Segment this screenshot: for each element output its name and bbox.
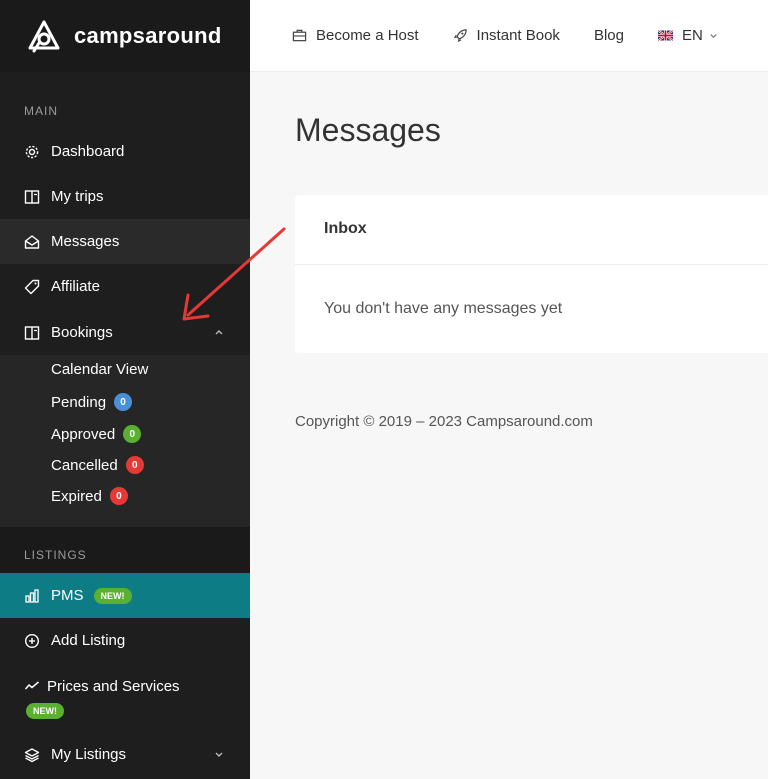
submenu-item-cancelled[interactable]: Cancelled 0 [51, 456, 144, 474]
book-icon [24, 189, 40, 205]
submenu-label: Calendar View [51, 361, 149, 378]
briefcase-icon [292, 29, 307, 42]
sidebar-item-prices-services[interactable]: Prices and Services NEW! [0, 664, 250, 724]
sidebar-item-label: Add Listing [51, 632, 126, 649]
red-arrow-annotation [182, 227, 286, 321]
sidebar-item-label: My trips [51, 188, 104, 205]
submenu-item-expired[interactable]: Expired 0 [51, 487, 128, 505]
book-icon [24, 325, 40, 341]
sidebar-item-label: Prices and Services [47, 678, 180, 695]
gear-icon [24, 144, 40, 160]
submenu-label: Expired [51, 487, 102, 505]
plus-circle-icon [24, 633, 40, 649]
rocket-icon [453, 29, 467, 43]
empty-inbox-message: You don't have any messages yet [324, 300, 563, 317]
sidebar-item-label: Messages [51, 233, 120, 250]
chevron-down-icon [710, 34, 717, 39]
sidebar-item-label: Dashboard [51, 143, 125, 160]
submenu-item-approved[interactable]: Approved 0 [51, 425, 142, 443]
bar-chart-icon [24, 588, 40, 604]
submenu-item-pending[interactable]: Pending 0 [51, 393, 133, 411]
chevron-up-icon[interactable] [214, 327, 224, 337]
sidebar-item-label: Affiliate [51, 278, 100, 295]
count-badge: 0 [109, 487, 128, 505]
new-badge: NEW! [26, 703, 64, 719]
submenu-item-calendar-view[interactable]: Calendar View [51, 361, 148, 378]
sidebar-item-my-trips[interactable]: My trips [0, 174, 250, 219]
language-code: EN [681, 27, 703, 44]
section-label-listings: LISTINGS [0, 527, 250, 573]
sidebar: campsaround MAIN Dashboard My trips Mess… [0, 0, 250, 779]
new-badge: NEW! [93, 587, 132, 604]
uk-flag-icon [657, 29, 673, 42]
trend-line-icon [24, 678, 40, 694]
inbox-card: Inbox You don't have any messages yet [295, 195, 768, 353]
page-title: Messages [295, 112, 441, 148]
sidebar-item-label: PMS [51, 587, 84, 604]
submenu-label: Approved [51, 425, 116, 443]
tag-icon [24, 279, 40, 295]
top-navbar: Become a Host Instant Book Blog EN [250, 0, 768, 72]
instant-book-link[interactable]: Instant Book [453, 27, 560, 44]
inbox-title: Inbox [295, 195, 768, 265]
submenu-label: Pending [51, 393, 107, 411]
count-badge: 0 [123, 425, 142, 443]
sidebar-item-dashboard[interactable]: Dashboard [0, 129, 250, 174]
section-label-main: MAIN [24, 104, 58, 118]
copyright-text: Copyright © 2019 – 2023 Campsaround.com [295, 413, 593, 430]
logo[interactable]: campsaround [0, 0, 250, 72]
envelope-open-icon [24, 234, 40, 250]
chevron-down-icon[interactable] [214, 749, 224, 759]
sidebar-item-pms[interactable]: PMS NEW! [0, 573, 250, 618]
sidebar-item-add-listing[interactable]: Add Listing [0, 618, 250, 663]
campsaround-logo-icon [28, 20, 60, 53]
submenu-label: Cancelled [51, 456, 118, 474]
become-host-link[interactable]: Become a Host [292, 27, 419, 44]
layers-icon [24, 747, 40, 763]
sidebar-item-label: Bookings [51, 324, 113, 341]
brand-name: campsaround [74, 23, 222, 48]
sidebar-item-my-listings[interactable]: My Listings [0, 732, 250, 777]
count-badge: 0 [125, 456, 144, 474]
link-label: Blog [593, 27, 624, 44]
sidebar-item-label: My Listings [51, 746, 127, 763]
link-label: Instant Book [476, 27, 560, 44]
link-label: Become a Host [316, 27, 419, 44]
count-badge: 0 [114, 393, 133, 411]
blog-link[interactable]: Blog [594, 27, 624, 44]
language-selector[interactable]: EN [657, 27, 718, 44]
bookings-submenu: Calendar View Pending 0 Approved 0 Cance… [0, 355, 250, 527]
